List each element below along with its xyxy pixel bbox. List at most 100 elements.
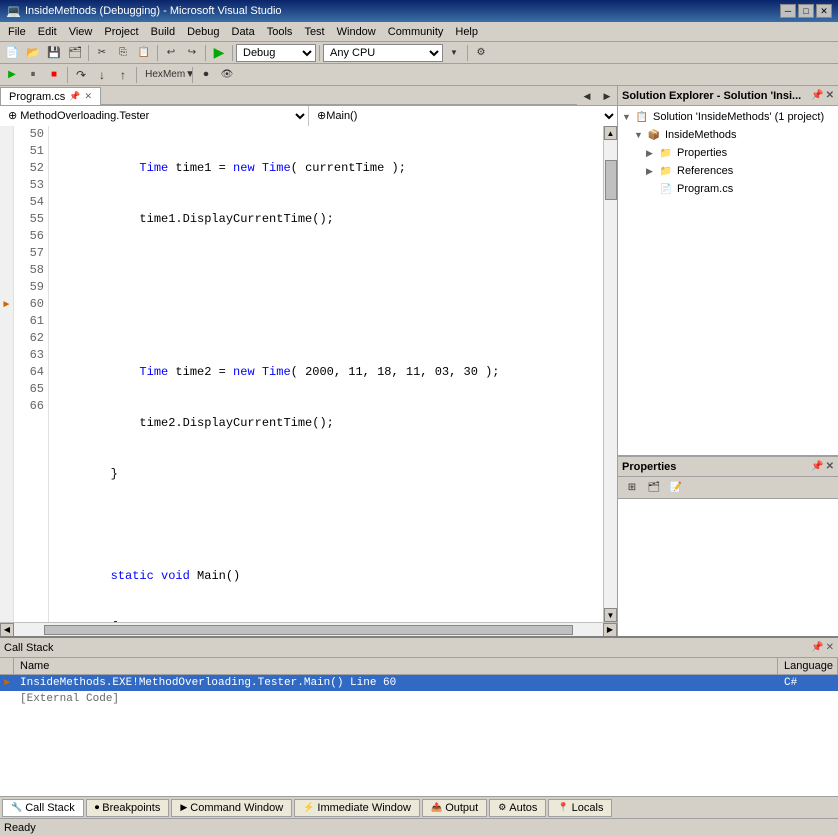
references-icon: 📁 <box>658 163 674 179</box>
horizontal-scrollbar[interactable]: ◀ ▶ <box>0 622 617 636</box>
debug-config-dropdown[interactable]: Debug Release <box>236 44 316 62</box>
properties-toolbar: ⊞ 🗂 📝 <box>618 477 838 499</box>
menu-help[interactable]: Help <box>449 24 484 40</box>
new-button[interactable]: 📄 <box>2 44 22 62</box>
scroll-down-button[interactable]: ▼ <box>604 608 617 622</box>
scroll-right-btn[interactable]: ▶ <box>603 623 617 637</box>
call-stack-row-0[interactable]: ► InsideMethods.EXE!MethodOverloading.Te… <box>0 675 838 691</box>
start-debug-button[interactable]: ▶ <box>209 44 229 62</box>
minimize-button[interactable]: ─ <box>780 4 796 18</box>
stop-debug-button[interactable]: ■ <box>44 66 64 84</box>
tree-item-solution[interactable]: ▼ 📋 Solution 'InsideMethods' (1 project) <box>618 108 838 126</box>
scroll-right-button[interactable]: ▶ <box>597 87 617 105</box>
tree-item-project[interactable]: ▼ 📦 InsideMethods <box>618 126 838 144</box>
step-out-button[interactable]: ↑ <box>113 66 133 84</box>
status-text: Ready <box>4 822 36 834</box>
cpu-dropdown[interactable]: Any CPU x86 x64 <box>323 44 443 62</box>
toolbar-more[interactable]: ⚙ <box>471 44 491 62</box>
tree-item-properties[interactable]: ▶ 📁 Properties <box>618 144 838 162</box>
breakpoint-btn[interactable]: ⏺ <box>196 66 216 84</box>
menu-project[interactable]: Project <box>98 24 144 40</box>
tab-immediate-icon: ⚡ <box>303 802 314 813</box>
h-scroll-thumb[interactable] <box>44 625 573 635</box>
call-stack-header: Call Stack 📌 ✕ <box>0 638 838 658</box>
menu-data[interactable]: Data <box>226 24 261 40</box>
tree-item-references[interactable]: ▶ 📁 References <box>618 162 838 180</box>
continue-button[interactable]: ▶ <box>2 66 22 84</box>
scroll-track[interactable] <box>604 140 617 608</box>
maximize-button[interactable]: □ <box>798 4 814 18</box>
code-area[interactable]: Time time1 = new Time( currentTime ); ti… <box>49 126 603 622</box>
tab-call-stack-label: Call Stack <box>25 802 75 814</box>
save-all-button[interactable]: 🗂 <box>65 44 85 62</box>
step-into-button[interactable]: ↓ <box>92 66 112 84</box>
save-button[interactable]: 💾 <box>44 44 64 62</box>
main-area: Program.cs 📌 ✕ ◀ ▶ ⊕ MethodOverloading.T… <box>0 86 838 636</box>
window-controls: ─ □ ✕ <box>780 4 832 18</box>
vertical-scrollbar[interactable]: ▲ ▼ <box>603 126 617 622</box>
tab-command-icon: ▶ <box>180 802 187 813</box>
props-close-btn[interactable]: ✕ <box>826 461 834 472</box>
tab-call-stack-icon: 🔧 <box>11 802 22 813</box>
tab-output-label: Output <box>445 802 478 814</box>
scroll-thumb[interactable] <box>605 160 617 200</box>
method-dropdown[interactable]: ⊕Main() <box>309 106 617 126</box>
row-lang-1 <box>778 697 838 701</box>
editor-left-gutter: ► <box>0 126 14 622</box>
tab-autos-icon: ⚙ <box>498 802 506 813</box>
menu-view[interactable]: View <box>63 24 99 40</box>
toolbar-debug: ▶ ⏸ ■ ↷ ↓ ↑ Hex Mem▼ ⏺ 👁 <box>0 64 838 86</box>
undo-button[interactable]: ↩ <box>161 44 181 62</box>
tab-command-window[interactable]: ▶ Command Window <box>171 799 292 817</box>
tab-breakpoints[interactable]: ⏺ Breakpoints <box>86 799 170 817</box>
tab-pin[interactable]: 📌 <box>69 91 80 102</box>
tab-output[interactable]: 📤 Output <box>422 799 487 817</box>
menu-build[interactable]: Build <box>145 24 181 40</box>
tab-close[interactable]: ✕ <box>84 91 92 102</box>
copy-button[interactable]: ⎘ <box>113 44 133 62</box>
tab-locals-label: Locals <box>572 802 604 814</box>
menu-debug[interactable]: Debug <box>181 24 225 40</box>
tab-immediate-window[interactable]: ⚡ Immediate Window <box>294 799 420 817</box>
scroll-up-button[interactable]: ▲ <box>604 126 617 140</box>
dropdown-arrow[interactable]: ▼ <box>444 44 464 62</box>
editor-tab-program-cs[interactable]: Program.cs 📌 ✕ <box>0 87 101 105</box>
toolbar-sep-6 <box>467 45 468 61</box>
scroll-left-button[interactable]: ◀ <box>577 87 597 105</box>
pause-button[interactable]: ⏸ <box>23 66 43 84</box>
props-pin-btn[interactable]: 📌 <box>811 461 823 472</box>
tab-autos[interactable]: ⚙ Autos <box>489 799 546 817</box>
code-line-55: time2.DisplayCurrentTime(); <box>53 415 599 432</box>
tab-call-stack[interactable]: 🔧 Call Stack <box>2 799 84 817</box>
step-over-button[interactable]: ↷ <box>71 66 91 84</box>
solution-explorer-close[interactable]: ✕ <box>826 90 834 101</box>
debug-sep-1 <box>67 67 68 83</box>
menu-test[interactable]: Test <box>298 24 330 40</box>
cut-button[interactable]: ✂ <box>92 44 112 62</box>
status-bar: Ready <box>0 818 838 836</box>
scroll-left-btn[interactable]: ◀ <box>0 623 14 637</box>
menu-tools[interactable]: Tools <box>261 24 299 40</box>
tree-item-program-cs[interactable]: 📄 Program.cs <box>618 180 838 198</box>
open-button[interactable]: 📂 <box>23 44 43 62</box>
menu-file[interactable]: File <box>2 24 32 40</box>
paste-button[interactable]: 📋 <box>134 44 154 62</box>
tab-locals[interactable]: 📍 Locals <box>548 799 612 817</box>
props-desc-btn[interactable]: 📝 <box>666 479 686 497</box>
mem-button[interactable]: Mem▼ <box>169 66 189 84</box>
watch-btn[interactable]: 👁 <box>217 66 237 84</box>
pin-button[interactable]: 📌 <box>811 90 823 101</box>
properties-label: Properties <box>677 147 727 159</box>
redo-button[interactable]: ↪ <box>182 44 202 62</box>
close-button[interactable]: ✕ <box>816 4 832 18</box>
menu-community[interactable]: Community <box>382 24 450 40</box>
call-stack-pin[interactable]: 📌 <box>811 642 823 653</box>
tab-output-icon: 📤 <box>431 802 442 813</box>
props-categorized-btn[interactable]: 🗂 <box>644 479 664 497</box>
props-alphabetical-btn[interactable]: ⊞ <box>622 479 642 497</box>
menu-window[interactable]: Window <box>331 24 382 40</box>
call-stack-close[interactable]: ✕ <box>826 642 834 653</box>
expand-icon: ▼ <box>622 112 634 122</box>
menu-edit[interactable]: Edit <box>32 24 63 40</box>
class-dropdown[interactable]: ⊕ MethodOverloading.Tester <box>0 106 309 126</box>
